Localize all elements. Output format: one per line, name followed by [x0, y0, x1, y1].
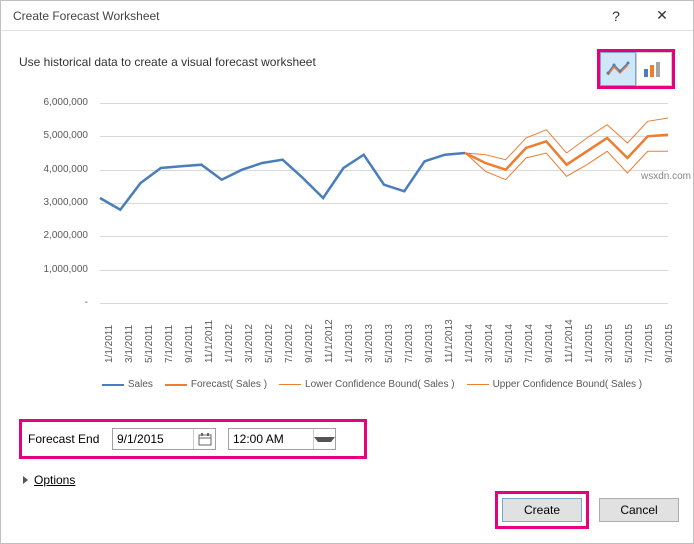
legend-swatch	[102, 384, 124, 386]
x-tick-label: 9/1/2015	[664, 324, 675, 363]
y-tick-label: 1,000,000	[44, 264, 89, 275]
legend-label: Upper Confidence Bound( Sales )	[493, 379, 643, 390]
y-axis: -1,000,0002,000,0003,000,0004,000,0005,0…	[26, 103, 96, 303]
x-tick-label: 11/1/2013	[444, 319, 455, 363]
legend-swatch	[279, 384, 301, 385]
x-tick-label: 5/1/2015	[624, 324, 635, 363]
x-tick-label: 5/1/2011	[144, 325, 155, 363]
x-tick-label: 11/1/2012	[324, 319, 335, 363]
series-line	[465, 118, 668, 160]
x-tick-label: 1/1/2011	[104, 325, 115, 363]
chart-svg	[100, 103, 668, 303]
x-tick-label: 7/1/2012	[284, 324, 295, 363]
forecast-end-label: Forecast End	[28, 432, 100, 446]
y-tick-label: 2,000,000	[44, 230, 89, 241]
calendar-icon[interactable]	[193, 429, 215, 449]
dropdown-icon[interactable]	[313, 429, 335, 449]
legend-item: Upper Confidence Bound( Sales )	[467, 379, 643, 390]
content: Use historical data to create a visual f…	[1, 31, 693, 487]
titlebar-controls: ? ✕	[593, 2, 685, 30]
bar-chart-button[interactable]	[636, 52, 672, 86]
watermark: wsxdn.com	[641, 171, 691, 182]
x-tick-label: 5/1/2013	[384, 324, 395, 363]
x-tick-label: 1/1/2013	[344, 324, 355, 363]
legend-label: Lower Confidence Bound( Sales )	[305, 379, 455, 390]
series-line	[100, 153, 465, 210]
x-tick-label: 11/1/2014	[564, 319, 575, 363]
chart-area: - 1,000,000 2,000,000 3,000,000 4,000,000 5,0…	[26, 103, 668, 403]
x-tick-label: 9/1/2014	[544, 324, 555, 363]
create-highlight: Create	[495, 491, 589, 529]
x-tick-label: 11/1/2011	[204, 320, 215, 363]
window-title: Create Forecast Worksheet	[13, 9, 160, 23]
x-tick-label: 9/1/2013	[424, 324, 435, 363]
plot-area	[100, 103, 668, 303]
cancel-button[interactable]: Cancel	[599, 498, 679, 522]
legend-item: Sales	[102, 379, 153, 390]
close-button[interactable]: ✕	[639, 2, 685, 30]
titlebar: Create Forecast Worksheet ? ✕	[1, 1, 693, 31]
legend-label: Forecast( Sales )	[191, 379, 267, 390]
x-tick-label: 7/1/2015	[644, 324, 655, 363]
y-tick-label: 5,000,000	[44, 130, 89, 141]
legend: Sales Forecast( Sales ) Lower Confidence B…	[76, 379, 668, 390]
line-chart-button[interactable]	[600, 52, 636, 86]
line-chart-icon	[606, 59, 630, 79]
x-tick-label: 3/1/2014	[484, 324, 495, 363]
x-axis: 1/1/2011 3/1/2011 5/1/2011 7/1/2011 9/1/2011…	[100, 308, 668, 368]
x-tick-label: 7/1/2011	[164, 325, 175, 363]
x-tick-label: 7/1/2014	[524, 324, 535, 363]
help-button[interactable]: ?	[593, 2, 639, 30]
y-tick-label: 3,000,000	[44, 197, 89, 208]
x-tick-label: 3/1/2013	[364, 324, 375, 363]
y-tick-label: 4,000,000	[44, 164, 89, 175]
x-tick-label: 1/1/2012	[224, 324, 235, 363]
series-line	[465, 135, 668, 170]
x-tick-label: 3/1/2011	[124, 325, 135, 363]
x-tick-label: 7/1/2013	[404, 324, 415, 363]
x-tick-label: 9/1/2012	[304, 324, 315, 363]
x-tick-label: 1/1/2015	[584, 324, 595, 363]
time-value: 12:00 AM	[229, 432, 313, 446]
dialog: Create Forecast Worksheet ? ✕ Use histor…	[0, 0, 694, 544]
expand-icon	[23, 476, 28, 484]
legend-swatch	[467, 384, 489, 385]
grid-line	[100, 303, 668, 304]
x-tick-label: 3/1/2012	[244, 324, 255, 363]
forecast-end-row: Forecast End 9/1/2015 12:00 AM	[19, 419, 367, 459]
footer: Create Cancel	[495, 491, 679, 529]
create-button[interactable]: Create	[502, 498, 582, 522]
legend-label: Sales	[128, 379, 153, 390]
instruction-row: Use historical data to create a visual f…	[19, 49, 675, 89]
x-tick-label: 5/1/2014	[504, 324, 515, 363]
legend-item: Lower Confidence Bound( Sales )	[279, 379, 455, 390]
chart-type-toggle	[597, 49, 675, 89]
instruction-text: Use historical data to create a visual f…	[19, 49, 316, 69]
x-tick-label: 1/1/2014	[464, 324, 475, 363]
y-tick-label: -	[85, 297, 88, 308]
y-tick-label: 6,000,000	[44, 97, 89, 108]
options-label: Options	[34, 473, 75, 487]
legend-item: Forecast( Sales )	[165, 379, 267, 390]
x-tick-label: 3/1/2015	[604, 324, 615, 363]
forecast-end-date-input[interactable]: 9/1/2015	[112, 428, 216, 450]
legend-swatch	[165, 384, 187, 386]
bar-chart-icon	[642, 59, 666, 79]
forecast-end-time-input[interactable]: 12:00 AM	[228, 428, 336, 450]
x-tick-label: 9/1/2011	[184, 325, 195, 363]
date-value: 9/1/2015	[113, 432, 193, 446]
x-tick-label: 5/1/2012	[264, 324, 275, 363]
options-toggle[interactable]: Options	[23, 473, 675, 487]
